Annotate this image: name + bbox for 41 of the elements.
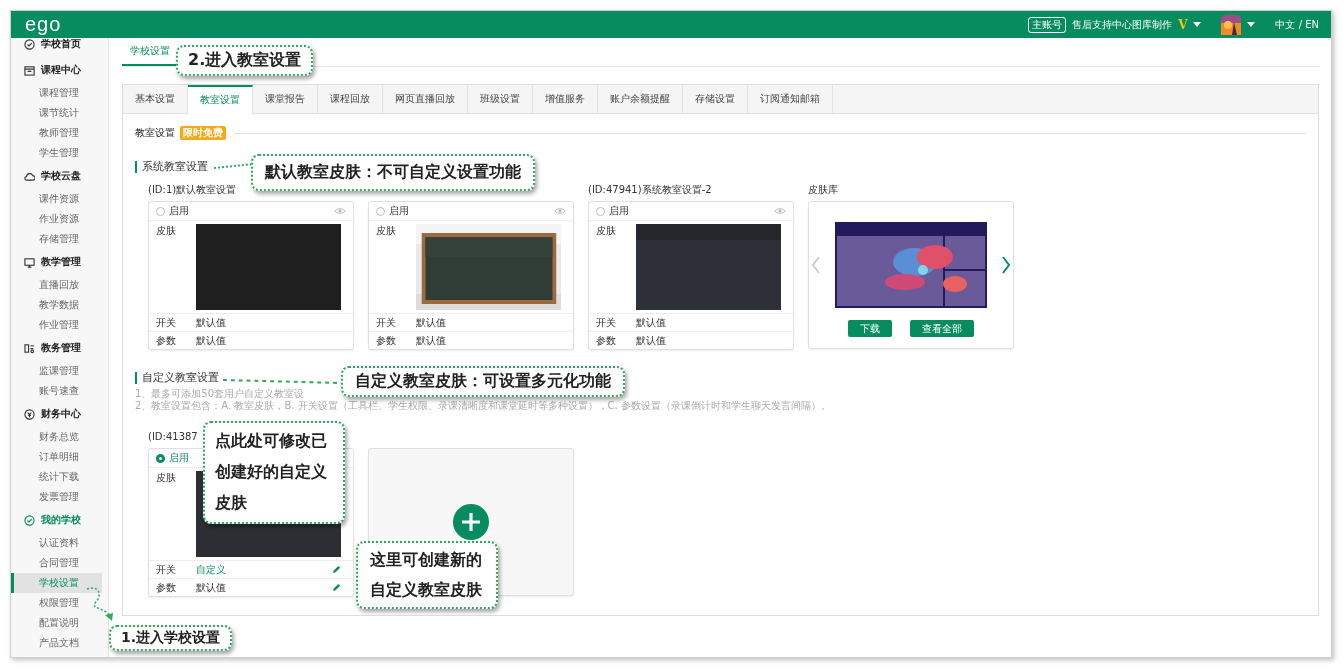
- row-label: 参数: [156, 580, 177, 595]
- callout-tooltip: 默认教室皮肤：不可自定义设置功能: [251, 154, 535, 191]
- callout-tooltip: 点此处可修改已创建好的自定义皮肤: [203, 421, 345, 524]
- row-label: 参数: [596, 333, 617, 348]
- row-label: 参数: [156, 333, 177, 348]
- note-text: 2、教室设置包含：A. 教室皮肤，B. 开关设置（工具栏、学生权限、录课清晰度和课堂延时等多种设置），C. 参数设置（录课倒计时和学生聊天发言间隔）。: [135, 400, 832, 412]
- callout-tooltip: 1.进入学校设置: [109, 625, 233, 651]
- row-value: 默认值: [196, 333, 227, 348]
- callout-tooltip: 这里可创建新的自定义教室皮肤: [356, 541, 498, 609]
- card-title: (ID:47941)系统教室设置-2: [588, 183, 712, 197]
- card-title: (ID:41387: [148, 430, 198, 444]
- row-label: 开关: [596, 315, 617, 330]
- row-value: 默认值: [636, 333, 667, 348]
- radio-label: 启用: [609, 204, 629, 218]
- row-label: 皮肤: [156, 224, 177, 238]
- row-label: 皮肤: [376, 224, 397, 238]
- row-label: 皮肤: [596, 224, 617, 238]
- radio-label: 启用: [169, 451, 189, 465]
- note-text: 1、最多可添加50套用户自定义教室设: [135, 388, 306, 400]
- row-value: 自定义: [196, 562, 227, 577]
- row-value: 默认值: [416, 333, 447, 348]
- row-label: 开关: [156, 562, 177, 577]
- row-value: 默认值: [636, 315, 667, 330]
- card-title: (ID:1)默认教室设置: [148, 183, 237, 197]
- row-label: 开关: [156, 315, 177, 330]
- logo: ego: [25, 13, 62, 36]
- row-label: 开关: [376, 315, 397, 330]
- section-title: 教室设置: [135, 126, 175, 140]
- vip-mark: V: [1178, 17, 1188, 32]
- radio-label: 启用: [389, 204, 409, 218]
- row-value: 默认值: [416, 315, 447, 330]
- promo-badge: 限时免费: [180, 126, 226, 140]
- callout-tooltip: 自定义教室皮肤：可设置多元化功能: [341, 366, 625, 397]
- card-title: 皮肤库: [808, 183, 838, 197]
- row-value: 默认值: [196, 315, 227, 330]
- row-label: 皮肤: [156, 471, 177, 485]
- row-label: 参数: [376, 333, 397, 348]
- account-badge: 主账号: [1028, 16, 1067, 33]
- row-value: 默认值: [196, 580, 227, 595]
- radio-label: 启用: [169, 204, 189, 218]
- callout-tooltip: 2.进入教室设置: [176, 45, 314, 76]
